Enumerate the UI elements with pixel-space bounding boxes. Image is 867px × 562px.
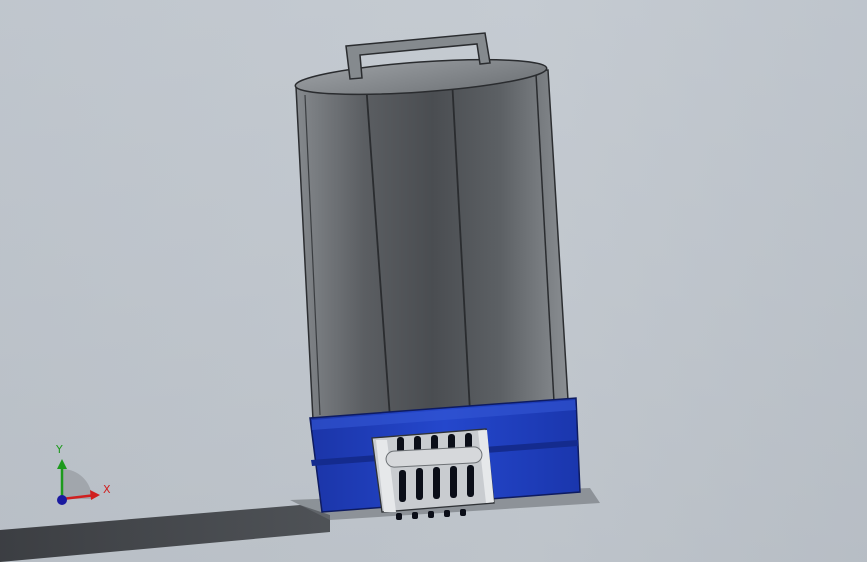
model-canvas[interactable] <box>0 0 867 562</box>
graphics-viewport[interactable]: X Y <box>0 0 867 562</box>
x-axis-label: X <box>103 483 111 496</box>
cylinder-body[interactable] <box>295 69 569 421</box>
y-axis-label: Y <box>56 443 63 456</box>
z-axis-icon <box>57 495 67 505</box>
